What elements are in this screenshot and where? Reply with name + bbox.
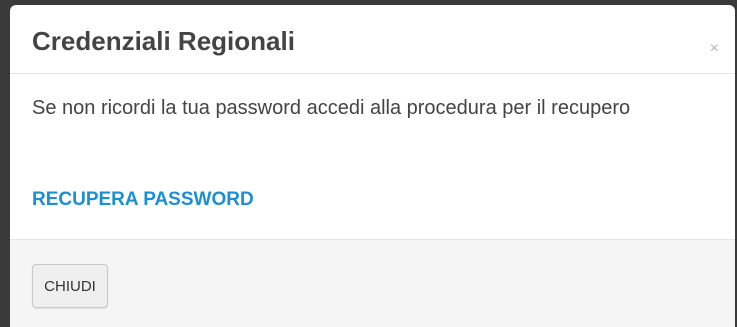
modal-header: Credenziali Regionali × bbox=[10, 5, 735, 74]
close-button[interactable]: CHIUDI bbox=[32, 264, 108, 308]
credentials-modal: Credenziali Regionali × Se non ricordi l… bbox=[10, 5, 735, 327]
modal-footer: CHIUDI bbox=[10, 239, 735, 327]
close-icon[interactable]: × bbox=[710, 41, 719, 57]
modal-body: Se non ricordi la tua password accedi al… bbox=[10, 74, 735, 239]
recover-password-link[interactable]: RECUPERA PASSWORD bbox=[32, 189, 254, 211]
modal-title: Credenziali Regionali bbox=[32, 26, 295, 56]
recovery-instructions: Se non ricordi la tua password accedi al… bbox=[32, 97, 631, 119]
